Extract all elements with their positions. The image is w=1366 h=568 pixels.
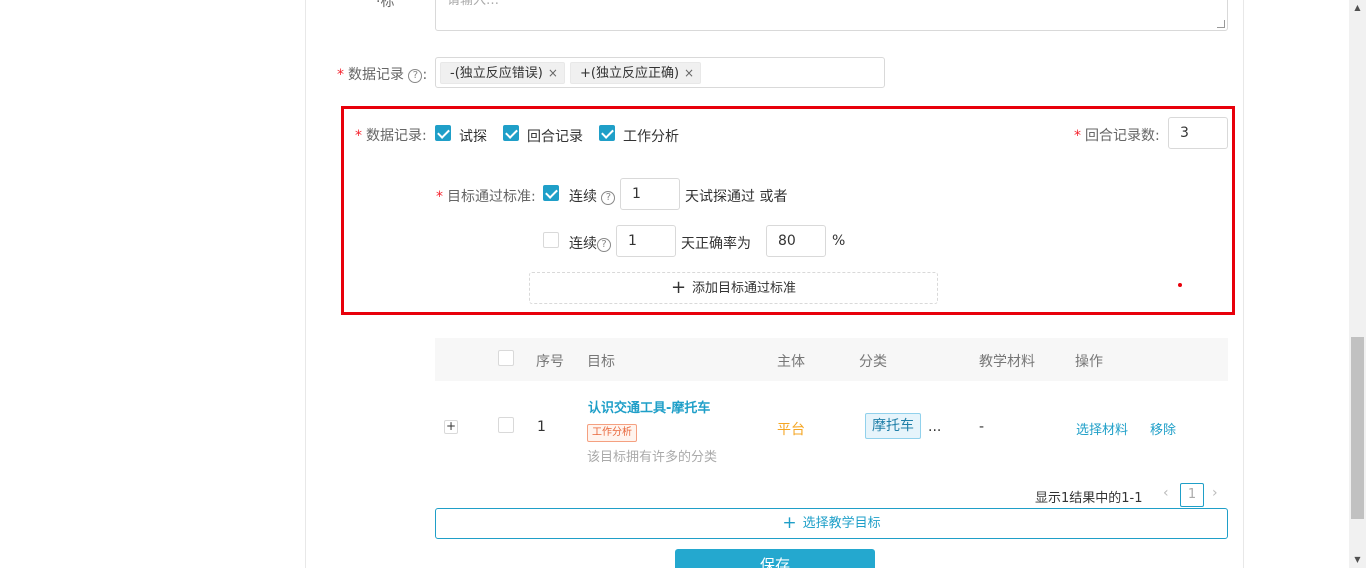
category-more: ...	[928, 419, 942, 435]
scroll-down-icon[interactable]: ▼	[1349, 552, 1366, 568]
textarea-placeholder: 请输入…	[447, 0, 500, 8]
table-header: 序号 目标 主体 分类 教学材料 操作	[435, 338, 1228, 381]
row-checkbox[interactable]	[498, 417, 514, 433]
panel-right-border	[1243, 0, 1244, 568]
column-header: 分类	[859, 354, 887, 370]
scroll-up-icon[interactable]: ▲	[1349, 0, 1366, 16]
column-header: 序号	[536, 354, 564, 370]
top-field-label: ·标	[376, 0, 395, 10]
criteria-1-checkbox[interactable]	[543, 185, 559, 201]
remove-link[interactable]: 移除	[1150, 419, 1176, 438]
panel-left-border	[305, 0, 306, 568]
help-icon[interactable]: ?	[408, 69, 423, 83]
row-index: 1	[537, 419, 546, 435]
option-probe-label: 试探	[459, 129, 487, 145]
round-count-label: * 回合记录数:	[1074, 128, 1160, 144]
material-value: -	[979, 419, 985, 435]
select-material-link[interactable]: 选择材料	[1076, 419, 1128, 438]
criteria-2-rate-input[interactable]: 80	[766, 225, 826, 257]
column-header: 主体	[777, 354, 805, 370]
scrollbar-thumb[interactable]	[1351, 337, 1364, 519]
description-textarea[interactable]: 请输入…	[435, 0, 1228, 31]
data-record-label: * 数据记录 ?:	[337, 67, 428, 83]
criteria-2-prefix: 连续?	[569, 233, 611, 253]
help-icon[interactable]: ?	[597, 238, 611, 252]
column-header: 教学材料	[979, 354, 1035, 370]
add-criteria-button[interactable]: + 添加目标通过标准	[529, 272, 938, 304]
goal-title: 认识交通工具-摩托车	[588, 401, 711, 416]
criteria-1-prefix: 连续 ?	[569, 186, 616, 206]
criteria-label: * 目标通过标准:	[436, 189, 536, 205]
tag-close-icon[interactable]: ×	[548, 66, 558, 80]
data-record-select[interactable]: -(独立反应错误) × +(独立反应正确) ×	[435, 57, 885, 88]
expand-row-icon[interactable]: +	[444, 420, 458, 434]
page-1-button[interactable]: 1	[1180, 483, 1204, 507]
data-record-tag: +(独立反应正确) ×	[570, 62, 702, 84]
category-tag: 摩托车	[865, 413, 921, 439]
option-probe-checkbox[interactable]	[435, 125, 451, 141]
option-round-label: 回合记录	[527, 129, 583, 145]
tag-close-icon[interactable]: ×	[684, 66, 694, 80]
criteria-1-days-input[interactable]: 1	[620, 178, 680, 210]
option-task-analysis-label: 工作分析	[623, 129, 679, 145]
criteria-2-checkbox[interactable]	[543, 232, 559, 248]
plus-icon: +	[670, 277, 687, 298]
record-panel-label: * 数据记录:	[355, 128, 427, 144]
option-round-checkbox[interactable]	[503, 125, 519, 141]
prev-page-icon[interactable]: ‹	[1163, 485, 1169, 501]
round-count-input[interactable]: 3	[1168, 117, 1228, 149]
goal-note: 该目标拥有许多的分类	[587, 450, 718, 465]
resize-grip-icon[interactable]	[1217, 20, 1225, 28]
goal-type-badge: 工作分析	[587, 424, 637, 442]
criteria-2-mid: 天正确率为	[681, 236, 751, 252]
column-header: 目标	[587, 354, 615, 370]
data-record-tag: -(独立反应错误) ×	[440, 62, 565, 84]
help-icon[interactable]: ?	[601, 191, 616, 205]
pagination-summary: 显示1结果中的1-1	[1035, 491, 1143, 506]
subject-value: 平台	[777, 422, 805, 438]
next-page-icon[interactable]: ›	[1212, 485, 1218, 501]
option-task-analysis-checkbox[interactable]	[599, 125, 615, 141]
criteria-2-days-input[interactable]: 1	[616, 225, 676, 257]
select-all-checkbox[interactable]	[498, 350, 514, 366]
criteria-2-unit: %	[832, 233, 846, 249]
red-dot-marker	[1178, 283, 1182, 287]
save-button[interactable]: 保存	[675, 549, 875, 568]
plus-icon: +	[782, 513, 797, 533]
column-header: 操作	[1075, 354, 1103, 370]
criteria-1-suffix: 天试探通过 或者	[685, 189, 788, 205]
select-goal-button[interactable]: + 选择教学目标	[435, 508, 1228, 539]
